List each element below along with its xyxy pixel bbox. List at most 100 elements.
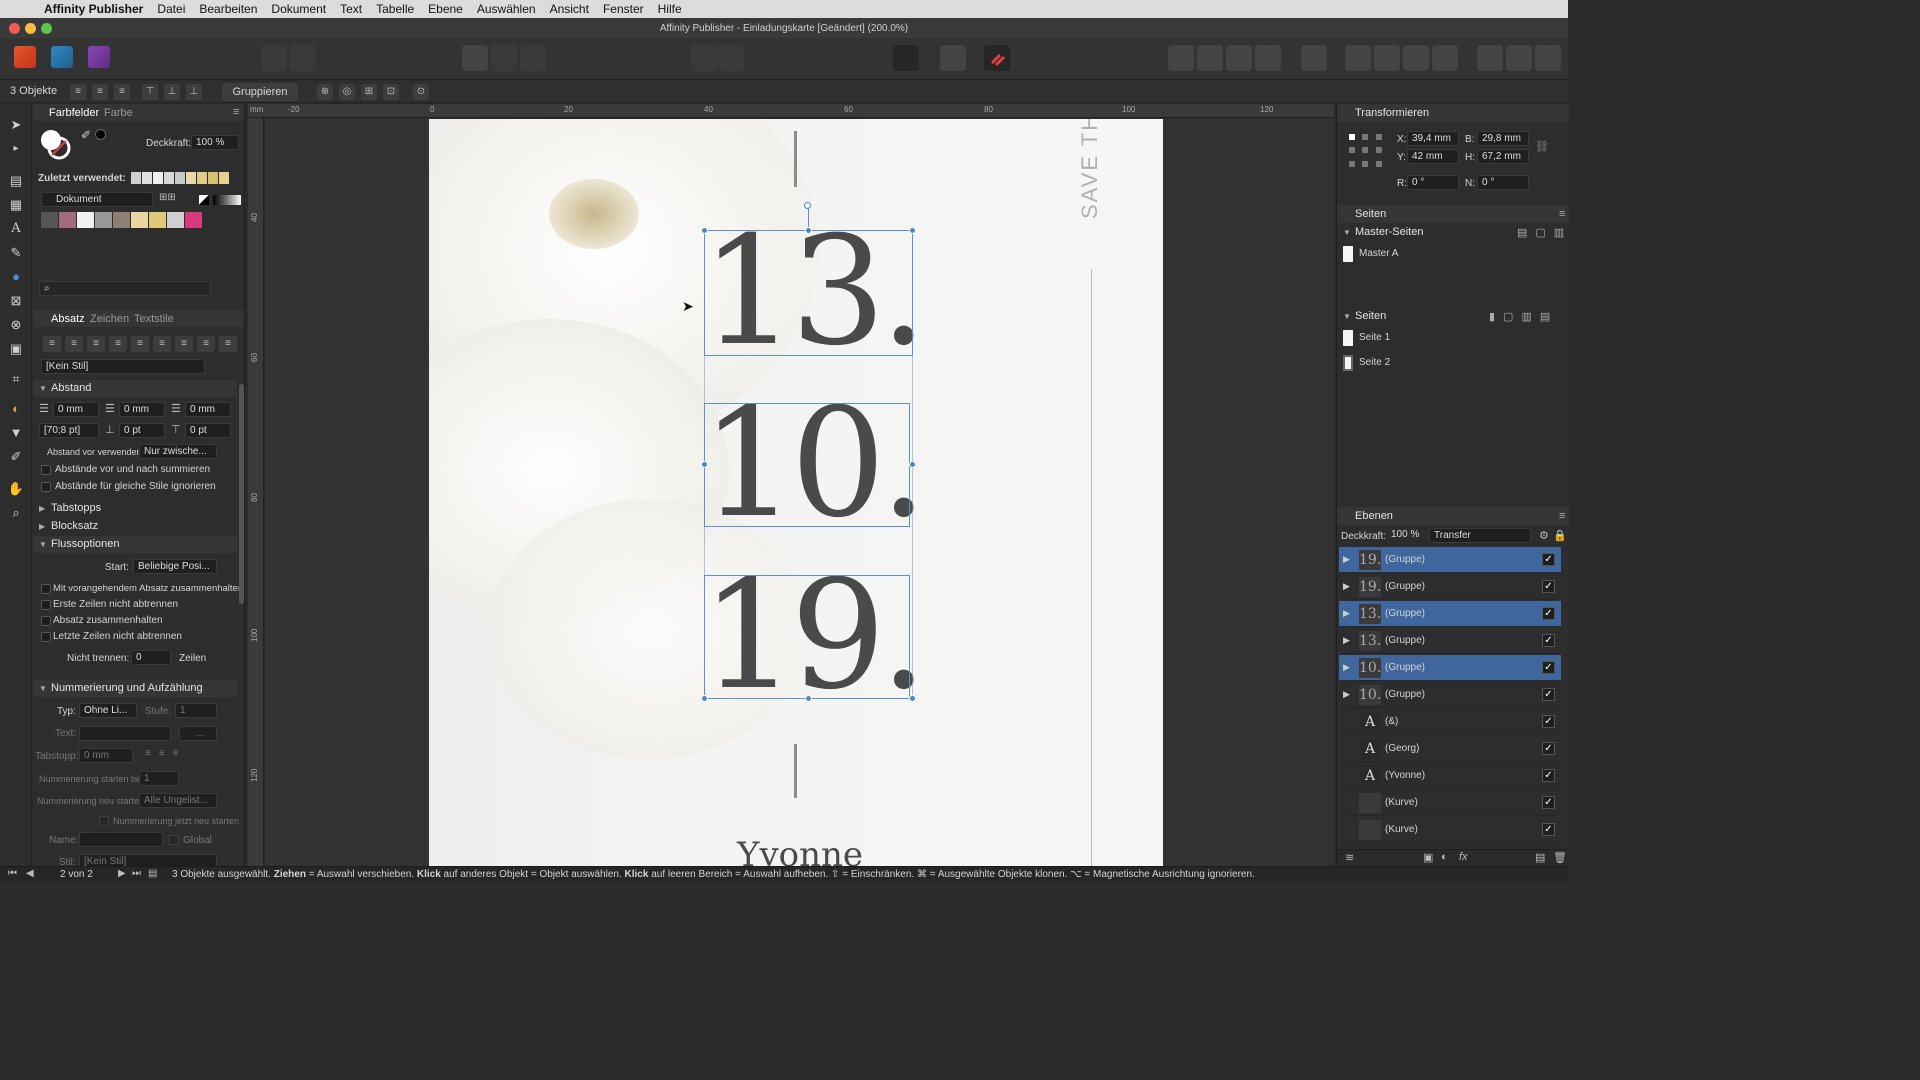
section-numbering[interactable]: ▼ Nummerierung und Aufzählung: [33, 680, 237, 697]
space-after-field[interactable]: 0 pt: [185, 423, 231, 438]
indent-right-field[interactable]: 0 mm: [185, 402, 231, 417]
section-flow[interactable]: ▼ Flussoptionen: [33, 536, 237, 553]
hand-tool-icon[interactable]: ✋: [7, 480, 25, 498]
tabstop-field[interactable]: 0 mm: [79, 748, 133, 763]
palette-dropdown[interactable]: Dokument: [41, 192, 153, 207]
nobreak-field[interactable]: 0: [131, 650, 171, 665]
swatch-search-input[interactable]: ⌕: [39, 281, 211, 296]
global-checkbox[interactable]: [169, 835, 179, 845]
palette-options-icon[interactable]: ⊞⊞: [159, 192, 176, 203]
trash-icon[interactable]: 🗑: [1553, 851, 1567, 864]
right-thin-line[interactable]: [1091, 269, 1092, 866]
layer-visibility-checkbox[interactable]: ✓: [1542, 688, 1555, 701]
page-2-item[interactable]: Seite 2: [1343, 353, 1543, 373]
tab-swatches[interactable]: Farbfelder: [49, 107, 99, 119]
layer-row[interactable]: A (&) ✓: [1339, 709, 1561, 735]
boolean-subtract-icon[interactable]: [1506, 45, 1532, 71]
recent-color-swatch[interactable]: [164, 172, 175, 184]
ruler-vertical[interactable]: 40 60 80 100 120: [248, 118, 264, 866]
anchor-point-selector[interactable]: [1349, 134, 1383, 168]
bottom-divider-line[interactable]: [794, 744, 797, 798]
rotation-field[interactable]: 0 °: [1407, 175, 1459, 190]
document-canvas[interactable]: SAVE THE 13. 10. 19. Yvonne ➤: [265, 119, 1334, 866]
page-1-item[interactable]: Seite 1: [1343, 328, 1543, 348]
recent-color-swatch[interactable]: [219, 172, 230, 184]
layer-opacity-field[interactable]: 100 %: [1387, 528, 1423, 543]
name-field[interactable]: [79, 832, 163, 847]
flip-vertical-icon[interactable]: [1374, 45, 1400, 71]
color-swatch[interactable]: [167, 212, 185, 228]
color-swatch[interactable]: [149, 212, 167, 228]
boolean-add-icon[interactable]: [1477, 45, 1503, 71]
arrange-front-icon[interactable]: [1255, 45, 1281, 71]
align-icon[interactable]: [1301, 45, 1327, 71]
fx-icon[interactable]: fx: [1459, 851, 1468, 863]
recent-color-swatch[interactable]: [175, 172, 186, 184]
layer-visibility-checkbox[interactable]: ✓: [1542, 715, 1555, 728]
indent-first-field[interactable]: 0 mm: [119, 402, 165, 417]
transform-panel-header[interactable]: Transformieren: [1337, 104, 1569, 122]
menu-tabelle[interactable]: Tabelle: [376, 2, 414, 16]
panel-menu-icon[interactable]: ≡: [1559, 510, 1565, 522]
resize-handle-tl[interactable]: [701, 227, 708, 234]
shape-tool-icon[interactable]: ●: [7, 268, 25, 286]
artistic-text-tool-icon[interactable]: A: [7, 220, 25, 238]
lock-ratio-icon[interactable]: ⛓: [1535, 140, 1549, 153]
level-field[interactable]: 1: [175, 703, 217, 718]
indent-left-field[interactable]: 0 mm: [53, 402, 99, 417]
last-page-icon[interactable]: ⏭: [132, 868, 141, 879]
keep-last-checkbox[interactable]: [41, 632, 51, 642]
height-field[interactable]: 67,2 mm: [1477, 149, 1529, 164]
recent-color-swatch[interactable]: [153, 172, 164, 184]
space-before-use-dropdown[interactable]: Nur zwische...: [139, 444, 217, 459]
fill-stroke-icon[interactable]: [39, 128, 71, 160]
eyedropper-tool-icon[interactable]: ✐: [7, 448, 25, 466]
page-indicator[interactable]: 2 von 2: [60, 869, 93, 880]
picture-frame-tool-icon[interactable]: ⊠: [7, 292, 25, 310]
ruler-horizontal[interactable]: mm -20 0 20 40 60 80 100 120: [248, 104, 1334, 118]
add-layer-icon[interactable]: ▤: [1535, 851, 1545, 864]
place-image-tool-icon[interactable]: ▣: [7, 340, 25, 358]
first-page-icon[interactable]: ⏮: [8, 868, 17, 879]
align-top-icon[interactable]: ⊤: [142, 84, 158, 100]
menu-fenster[interactable]: Fenster: [603, 2, 644, 16]
x-field[interactable]: 39,4 mm: [1407, 131, 1459, 146]
adjustment-icon[interactable]: ◐: [1441, 851, 1448, 863]
publisher-persona-icon[interactable]: [14, 46, 36, 68]
arrange-back-icon[interactable]: [1168, 45, 1194, 71]
snapping-magnet-icon[interactable]: [984, 45, 1010, 71]
type-dropdown[interactable]: Ohne Li...: [79, 703, 137, 718]
zoom-window-button[interactable]: [41, 23, 52, 34]
guides-icon[interactable]: [718, 45, 744, 71]
layer-settings-icon[interactable]: ⚙: [1539, 529, 1549, 542]
preview-icon[interactable]: [491, 45, 517, 71]
align-away-spine-icon[interactable]: ≡: [219, 336, 237, 352]
layer-visibility-checkbox[interactable]: ✓: [1542, 742, 1555, 755]
resize-handle-br[interactable]: [909, 695, 916, 702]
pen-tool-icon[interactable]: ✎: [7, 244, 25, 262]
rotate-right-icon[interactable]: [1432, 45, 1458, 71]
panel-menu-icon[interactable]: ≡: [1559, 208, 1565, 220]
select-same-icon[interactable]: ◎: [339, 84, 355, 100]
rotate-left-icon[interactable]: [1403, 45, 1429, 71]
distribute-icon[interactable]: ⊞: [361, 84, 377, 100]
keep-first-checkbox[interactable]: [41, 600, 51, 610]
tab-paragraph[interactable]: Absatz: [51, 313, 85, 325]
menu-hilfe[interactable]: Hilfe: [658, 2, 682, 16]
color-swatch[interactable]: [41, 212, 59, 228]
baseline-grid-icon[interactable]: [940, 45, 966, 71]
recent-color-swatch[interactable]: [131, 172, 142, 184]
expand-arrow-icon[interactable]: ▶: [1343, 581, 1350, 592]
align-right-icon[interactable]: ≡: [114, 84, 130, 100]
shear-field[interactable]: 0 °: [1477, 175, 1529, 190]
arrange-forward-icon[interactable]: [1226, 45, 1252, 71]
panel-menu-icon[interactable]: ≡: [233, 106, 239, 118]
mask-icon[interactable]: ▣: [1423, 851, 1433, 864]
sum-spacing-checkbox[interactable]: [41, 465, 51, 475]
publish-icon[interactable]: [290, 45, 316, 71]
recent-color-swatch[interactable]: [197, 172, 208, 184]
section-tabstops[interactable]: ▶ Tabstopps: [33, 500, 237, 517]
tab-color[interactable]: Farbe: [104, 107, 133, 119]
leading-field[interactable]: [70;8 pt]: [39, 423, 99, 438]
bullet-text-field[interactable]: [79, 726, 171, 741]
